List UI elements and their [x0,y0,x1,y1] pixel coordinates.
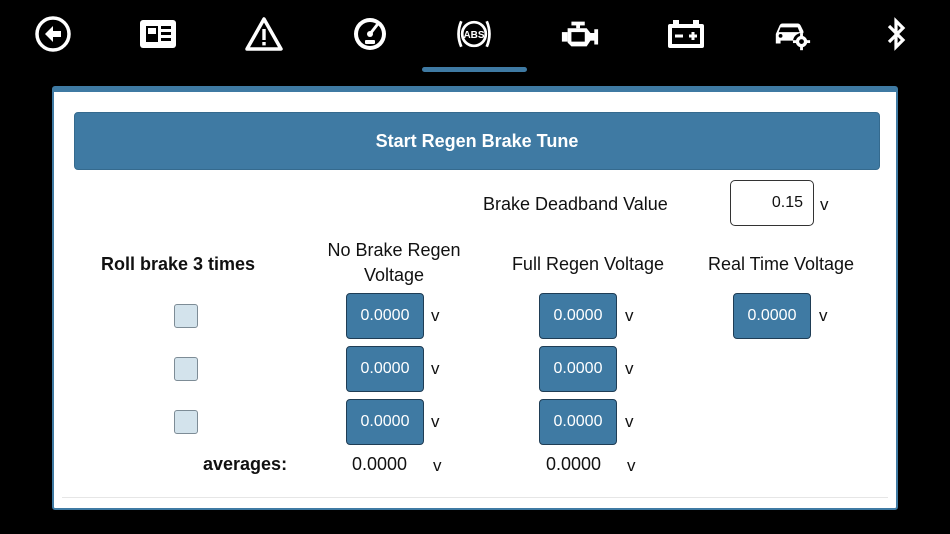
deadband-unit: v [820,195,829,214]
bluetooth-icon[interactable] [876,14,916,54]
regen-brake-panel: Start Regen Brake Tune Brake Deadband Va… [52,86,898,510]
roll-checkbox-3[interactable] [174,410,198,434]
battery-icon[interactable] [666,14,706,54]
engine-icon[interactable] [560,14,600,54]
no-brake-voltage-2[interactable]: 0.0000 [346,346,424,392]
real-time-voltage[interactable]: 0.0000 [733,293,811,339]
averages-label: averages: [203,454,288,474]
active-tab-indicator [422,67,527,72]
deadband-value-field[interactable]: 0.15 [730,180,814,226]
unit-v: v [625,306,634,325]
unit-v: v [625,359,634,378]
warning-icon[interactable] [244,14,284,54]
no-brake-voltage-1[interactable]: 0.0000 [346,293,424,339]
abs-icon-label: ABS [463,30,484,41]
roll-checkbox-1[interactable] [174,304,198,328]
unit-v: v [433,456,442,475]
no-brake-average: 0.0000 [352,454,408,474]
full-regen-voltage-1[interactable]: 0.0000 [539,293,617,339]
unit-v: v [625,412,634,431]
unit-v: v [431,359,440,378]
roll-brake-header: Roll brake 3 times [101,254,256,274]
gauge-icon[interactable] [350,14,390,54]
roll-checkbox-2[interactable] [174,357,198,381]
no-brake-voltage-3[interactable]: 0.0000 [346,399,424,445]
divider [62,497,888,498]
top-toolbar: ABS [0,0,950,72]
unit-v: v [431,412,440,431]
start-regen-brake-tune-button[interactable]: Start Regen Brake Tune [74,112,880,170]
full-regen-average: 0.0000 [546,454,602,474]
real-time-header: Real Time Voltage [707,254,855,274]
unit-v: v [819,306,828,325]
dashboard-icon[interactable] [138,14,178,54]
back-icon[interactable] [33,14,73,54]
no-brake-header-line2: Voltage [363,265,425,285]
abs-icon[interactable]: ABS [454,14,494,54]
no-brake-header-line1: No Brake Regen [327,240,461,260]
deadband-label: Brake Deadband Value [483,194,668,214]
full-regen-voltage-3[interactable]: 0.0000 [539,399,617,445]
car-settings-icon[interactable] [772,14,812,54]
unit-v: v [627,456,636,475]
full-regen-voltage-2[interactable]: 0.0000 [539,346,617,392]
full-regen-header: Full Regen Voltage [511,254,665,274]
unit-v: v [431,306,440,325]
